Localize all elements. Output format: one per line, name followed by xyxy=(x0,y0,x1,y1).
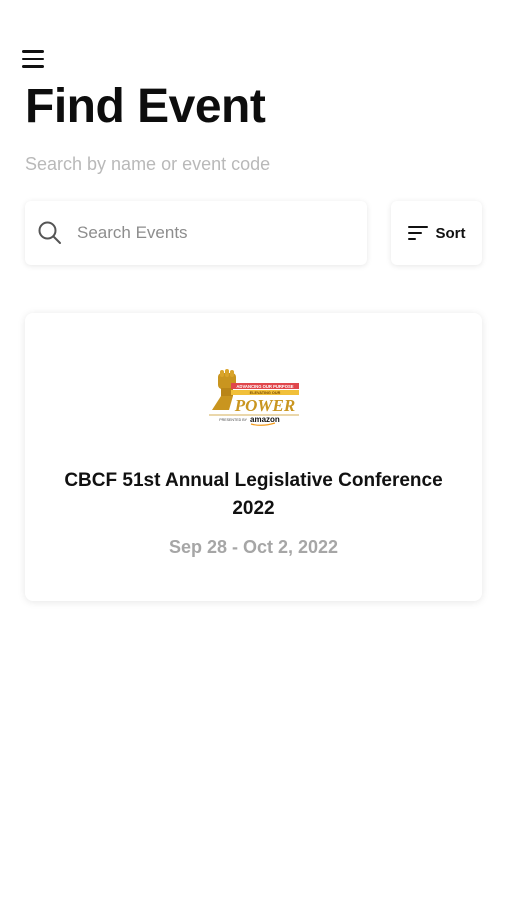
search-box[interactable] xyxy=(25,201,367,265)
hamburger-menu-icon[interactable] xyxy=(22,48,48,70)
event-name: CBCF 51st Annual Legislative Conference … xyxy=(64,470,443,519)
sort-lines-icon xyxy=(407,226,428,240)
page-subtitle: Search by name or event code xyxy=(25,154,271,174)
search-icon xyxy=(38,221,61,244)
search-input[interactable] xyxy=(77,201,357,265)
raised-fist-icon xyxy=(212,369,236,410)
find-event-screen: Find Event Search by name or event code … xyxy=(0,0,507,900)
event-card[interactable]: ADVANCING OUR PURPOSE ELEVATING OUR POWE… xyxy=(25,313,482,601)
logo-line1: ADVANCING OUR PURPOSE xyxy=(236,384,293,389)
sort-button[interactable]: Sort xyxy=(391,201,482,265)
logo-presented-by: PRESENTED BY xyxy=(219,418,247,422)
event-logo: ADVANCING OUR PURPOSE ELEVATING OUR POWE… xyxy=(209,369,299,426)
logo-power-word: POWER xyxy=(234,396,295,415)
event-dates: Sep 28 - Oct 2, 2022 xyxy=(168,537,339,557)
logo-sponsor: amazon xyxy=(250,415,280,424)
sort-label: Sort xyxy=(435,224,466,242)
logo-line2: ELEVATING OUR xyxy=(250,391,281,395)
page-title: Find Event xyxy=(25,80,266,133)
